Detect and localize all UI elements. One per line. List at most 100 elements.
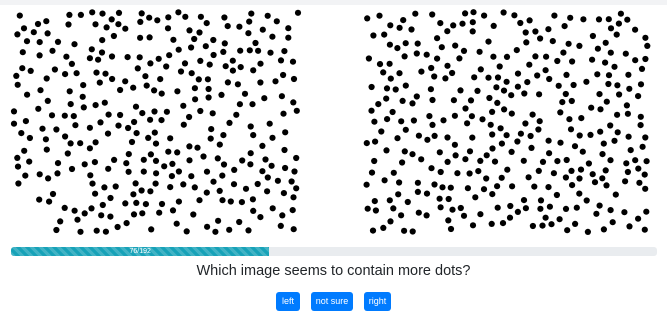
dot <box>609 219 616 226</box>
dot <box>137 34 144 41</box>
dot <box>386 60 393 67</box>
dot <box>562 174 569 181</box>
dot <box>472 194 479 201</box>
dot <box>444 28 451 35</box>
dot <box>66 88 73 95</box>
dot <box>167 135 174 142</box>
dot <box>401 148 408 155</box>
dot <box>10 108 18 115</box>
dot <box>140 156 147 163</box>
dot <box>539 222 546 229</box>
dot <box>143 82 150 89</box>
dot <box>115 21 122 28</box>
dot <box>429 11 436 18</box>
dot <box>381 31 388 38</box>
dot <box>622 178 629 185</box>
dot <box>383 85 391 92</box>
dot <box>387 75 394 82</box>
dot <box>18 130 25 137</box>
dot <box>191 184 198 191</box>
dot <box>14 154 21 161</box>
dot <box>224 79 231 86</box>
dot <box>579 148 586 155</box>
dot <box>130 84 137 91</box>
dot <box>107 213 114 220</box>
dot <box>139 110 146 117</box>
dot <box>546 203 553 210</box>
dot <box>514 83 521 90</box>
dot <box>122 25 129 32</box>
dot <box>138 10 145 17</box>
dot <box>241 90 249 97</box>
dot <box>67 140 74 147</box>
dot <box>43 18 50 25</box>
dot <box>237 47 244 54</box>
dot <box>200 153 207 160</box>
dot <box>387 218 394 225</box>
dot <box>381 177 388 184</box>
dot <box>550 170 557 177</box>
dot <box>169 207 177 214</box>
dot <box>624 16 631 23</box>
dot <box>477 66 484 73</box>
progress-bar-fill: 76/192 <box>11 247 270 256</box>
dot <box>222 63 229 70</box>
right-button[interactable]: right <box>364 292 391 311</box>
dot <box>212 228 219 235</box>
dot <box>539 158 547 165</box>
dot <box>245 30 252 37</box>
dot <box>594 45 601 52</box>
left-button[interactable]: left <box>276 292 300 311</box>
dot <box>440 117 447 124</box>
dot <box>293 185 300 192</box>
progress-label: 76/192 <box>129 248 151 255</box>
dot <box>105 165 112 172</box>
dot <box>498 174 505 181</box>
dot <box>164 25 172 32</box>
not-sure-button[interactable]: not sure <box>311 292 353 311</box>
dot <box>226 226 233 233</box>
dot <box>635 165 642 172</box>
dot <box>607 49 614 56</box>
dot <box>112 183 119 190</box>
dot <box>139 210 146 217</box>
dot <box>46 198 53 205</box>
dot <box>429 121 436 128</box>
dot <box>457 87 464 94</box>
dot <box>615 20 622 27</box>
dot <box>237 64 244 71</box>
dot <box>384 116 391 123</box>
dot <box>89 180 96 187</box>
dot <box>468 113 475 120</box>
dot <box>483 152 490 159</box>
dot <box>471 74 478 81</box>
dot <box>528 144 535 151</box>
dot <box>163 63 170 70</box>
dot <box>537 205 544 212</box>
dot <box>246 47 253 54</box>
dot <box>638 65 646 72</box>
dot <box>617 10 624 17</box>
dot <box>392 86 399 93</box>
dot <box>147 188 154 195</box>
dot <box>290 75 298 83</box>
dot <box>74 216 81 223</box>
dot <box>491 158 499 165</box>
dot <box>36 171 43 178</box>
dot <box>247 150 254 157</box>
dot <box>462 105 469 112</box>
dot <box>573 204 580 211</box>
dot <box>477 157 484 164</box>
dot <box>54 170 61 177</box>
dot <box>501 106 508 113</box>
dot <box>493 84 500 91</box>
dot <box>413 50 420 57</box>
dot <box>277 57 285 64</box>
dot <box>210 36 217 44</box>
dot <box>264 12 271 19</box>
dot <box>155 55 162 62</box>
dot <box>409 228 416 235</box>
dot <box>437 204 444 211</box>
dot <box>442 75 449 82</box>
dot <box>123 220 130 227</box>
